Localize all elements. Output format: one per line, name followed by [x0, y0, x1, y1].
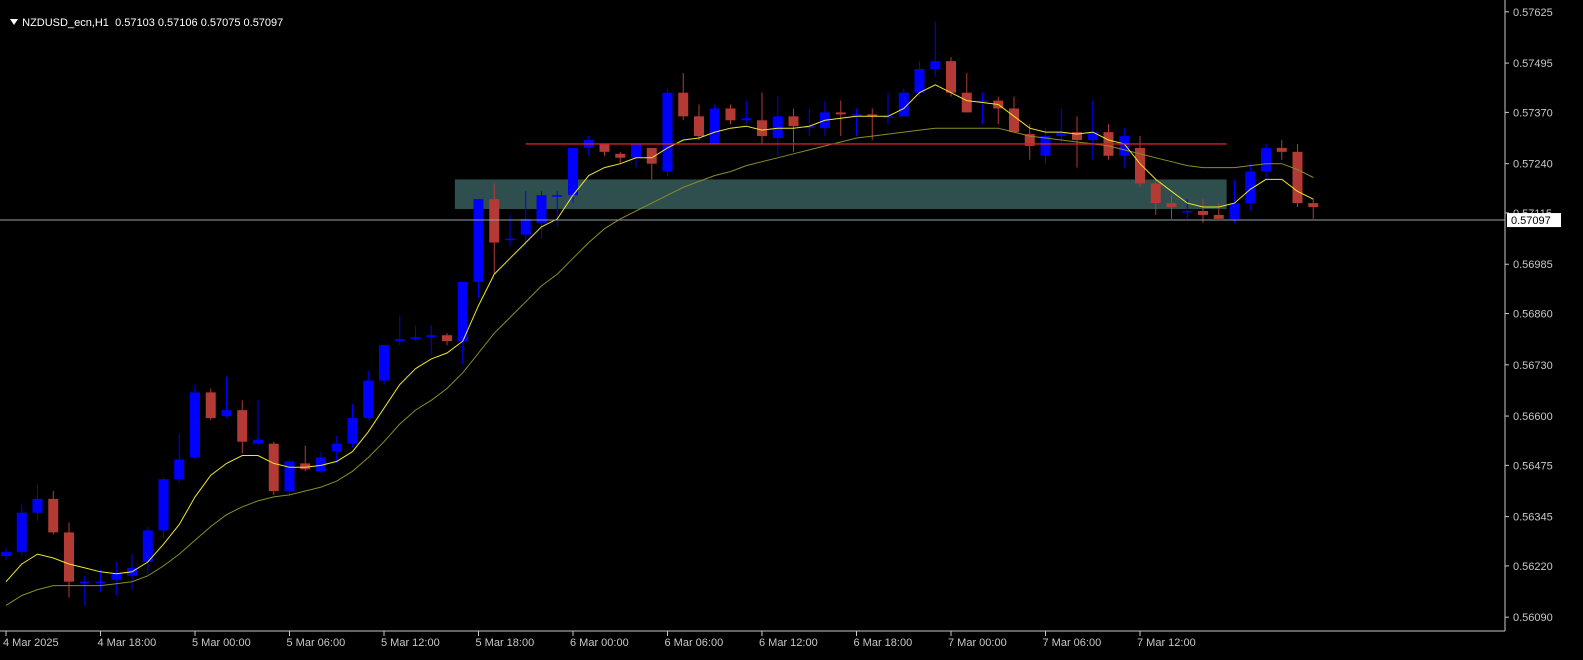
bullish-candle [568, 147, 578, 196]
bearish-candle [835, 112, 846, 115]
bearish-candle [1150, 183, 1161, 204]
bearish-candle [237, 410, 248, 442]
bullish-candle [221, 410, 232, 417]
bearish-candle [268, 443, 279, 491]
bullish-candle [95, 581, 106, 584]
bearish-candle [615, 153, 626, 158]
bearish-candle [757, 120, 767, 137]
bearish-candle [64, 532, 74, 582]
bearish-candle [599, 143, 610, 152]
y-tick-label: 0.56860 [1513, 309, 1553, 321]
y-tick-label: 0.56600 [1513, 411, 1553, 423]
x-tick-label: 5 Mar 12:00 [381, 637, 440, 649]
bullish-candle [1229, 203, 1240, 219]
bullish-candle [379, 345, 389, 381]
bearish-candle [442, 335, 452, 342]
y-tick-label: 0.56985 [1513, 259, 1553, 271]
bearish-candle [205, 392, 216, 419]
bullish-candle [347, 418, 358, 444]
y-tick-label: 0.56220 [1513, 561, 1553, 573]
price-chart[interactable]: 0.576250.574950.573700.572400.571150.569… [0, 0, 1583, 660]
bearish-candle [1308, 203, 1319, 208]
chart-header: NZDUSD_ecn,H1 0.57103 0.57106 0.57075 0.… [4, 5, 283, 29]
y-tick-label: 0.57495 [1513, 58, 1553, 70]
bullish-candle [158, 479, 169, 531]
y-tick-label: 0.57625 [1513, 7, 1553, 19]
bullish-candle [520, 218, 531, 235]
symbol-label: NZDUSD_ecn,H1 [22, 17, 109, 29]
bullish-candle [662, 92, 673, 172]
chart-background [0, 0, 1583, 660]
bearish-candle [694, 116, 704, 137]
bullish-candle [552, 195, 563, 197]
bullish-candle [253, 439, 263, 444]
x-tick-label: 5 Mar 18:00 [476, 637, 535, 649]
bullish-candle [473, 199, 484, 282]
x-tick-label: 7 Mar 00:00 [948, 637, 1007, 649]
x-tick-label: 4 Mar 2025 [3, 637, 59, 649]
y-tick-label: 0.56345 [1513, 512, 1553, 524]
bearish-candle [961, 92, 972, 113]
bearish-candle [1009, 108, 1019, 133]
bullish-candle [331, 443, 342, 452]
bullish-candle [79, 581, 90, 584]
bearish-candle [678, 92, 689, 117]
x-tick-label: 6 Mar 06:00 [665, 637, 724, 649]
x-tick-label: 6 Mar 12:00 [759, 637, 818, 649]
x-tick-label: 6 Mar 18:00 [854, 637, 913, 649]
bearish-candle [489, 199, 500, 243]
bearish-candle [1213, 214, 1224, 219]
bullish-candle [772, 116, 783, 139]
x-tick-label: 6 Mar 00:00 [570, 637, 629, 649]
bullish-candle [1119, 136, 1130, 156]
bullish-candle [111, 573, 122, 580]
y-tick-label: 0.56090 [1513, 612, 1553, 624]
bullish-candle [1261, 147, 1271, 172]
bullish-candle [363, 380, 374, 419]
bearish-candle [1292, 151, 1303, 204]
bullish-candle [709, 108, 720, 144]
bullish-candle [142, 530, 153, 562]
bullish-candle [930, 61, 941, 70]
bullish-candle [1182, 210, 1193, 213]
bullish-candle [174, 459, 185, 480]
y-tick-label: 0.57370 [1513, 107, 1553, 119]
bullish-candle [505, 238, 515, 241]
current-price-label: 0.57097 [1511, 215, 1551, 227]
bearish-candle [48, 498, 59, 533]
bullish-candle [536, 195, 547, 223]
bullish-candle [631, 143, 641, 158]
y-tick-label: 0.56475 [1513, 460, 1553, 472]
bullish-candle [190, 392, 200, 458]
x-tick-label: 7 Mar 06:00 [1043, 637, 1102, 649]
bearish-candle [300, 463, 311, 470]
bearish-candle [1276, 147, 1287, 152]
bullish-candle [1, 552, 11, 557]
bullish-candle [426, 335, 437, 338]
x-tick-label: 4 Mar 18:00 [98, 637, 157, 649]
bullish-candle [284, 461, 295, 491]
ohlc-readout: 0.57103 0.57106 0.57075 0.57097 [115, 17, 284, 29]
bearish-candle [1166, 203, 1177, 208]
bullish-candle [1040, 136, 1051, 156]
bearish-candle [946, 61, 956, 93]
bullish-candle [741, 118, 752, 121]
y-tick-label: 0.57240 [1513, 159, 1553, 171]
bullish-candle [394, 339, 405, 342]
bullish-candle [914, 69, 925, 93]
bullish-candle [16, 512, 27, 553]
bullish-candle [410, 337, 421, 340]
dropdown-triangle-icon[interactable] [10, 19, 19, 25]
bearish-candle [788, 116, 799, 127]
x-tick-label: 5 Mar 00:00 [192, 637, 251, 649]
bullish-candle [32, 498, 43, 513]
x-tick-label: 7 Mar 12:00 [1137, 637, 1196, 649]
bearish-candle [1198, 210, 1208, 215]
y-tick-label: 0.56730 [1513, 360, 1553, 372]
x-tick-label: 5 Mar 06:00 [287, 637, 346, 649]
bearish-candle [725, 108, 736, 121]
